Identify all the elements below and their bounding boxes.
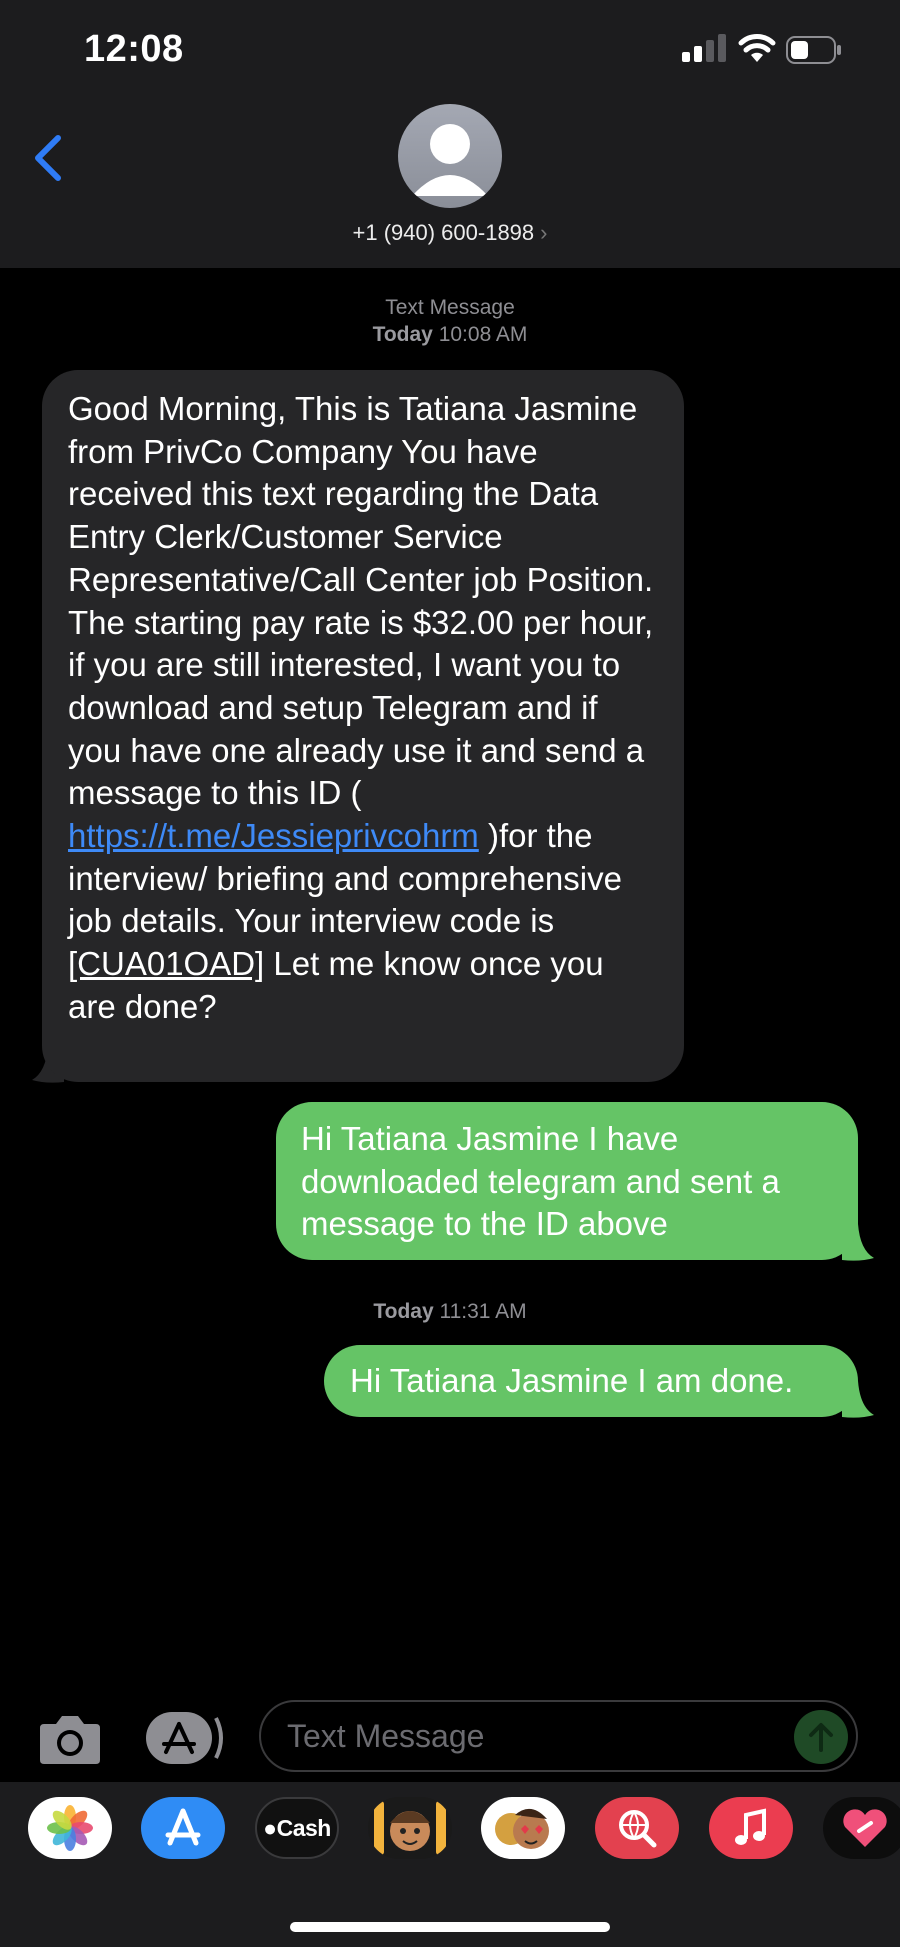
camera-icon[interactable]: [36, 1710, 104, 1768]
music-note-icon: [735, 1808, 766, 1845]
telegram-link[interactable]: https://t.me/Jessieprivcohrm: [68, 817, 479, 854]
memoji-stickers-face-icon: [495, 1808, 549, 1849]
fitness-icon[interactable]: [823, 1797, 900, 1859]
thread-timestamp: Text Message Today 10:08 AM: [0, 294, 900, 348]
cellular-signal-icon: [682, 34, 726, 62]
thread-timestamp: Today 11:31 AM: [0, 1298, 900, 1325]
message-text: Good Morning, This is Tatiana Jasmine fr…: [68, 390, 654, 812]
photos-flower-icon: [47, 1805, 93, 1851]
memoji-face-icon: [374, 1801, 446, 1855]
interview-code: [CUA01OAD]: [68, 945, 265, 983]
message-input[interactable]: Text Message: [259, 1700, 858, 1772]
photos-icon[interactable]: [28, 1797, 112, 1859]
arrow-up-icon: [809, 1723, 833, 1752]
apple-cash-icon[interactable]: ● Cash: [255, 1797, 339, 1859]
music-icon[interactable]: [709, 1797, 793, 1859]
wifi-icon: [738, 34, 776, 62]
contact-number: +1 (940) 600-1898: [352, 220, 535, 245]
contact-chevron-icon: ›: [540, 220, 548, 245]
send-button[interactable]: [794, 1710, 848, 1764]
outgoing-message-bubble[interactable]: Hi Tatiana Jasmine I am done.: [324, 1345, 858, 1417]
timestamp-day: Today: [372, 323, 433, 346]
app-store-button-icon[interactable]: [146, 1712, 224, 1764]
contact-avatar[interactable]: [398, 104, 502, 208]
apple-logo-icon: ●: [263, 1814, 277, 1841]
contact-name[interactable]: +1 (940) 600-1898 ›: [0, 220, 900, 246]
apple-cash-label: Cash: [276, 1814, 332, 1841]
person-silhouette-icon: [412, 124, 488, 196]
back-chevron-icon[interactable]: [30, 132, 66, 184]
status-time: 12:08: [84, 28, 184, 70]
web-search-icon[interactable]: [595, 1797, 679, 1859]
incoming-message-bubble[interactable]: Good Morning, This is Tatiana Jasmine fr…: [42, 370, 684, 1082]
outgoing-message-bubble[interactable]: Hi Tatiana Jasmine I have downloaded tel…: [276, 1102, 858, 1260]
message-type-label: Text Message: [385, 296, 515, 319]
battery-icon: [786, 36, 841, 64]
timestamp-time: 10:08 AM: [438, 323, 528, 346]
message-input-placeholder: Text Message: [287, 1718, 485, 1754]
memoji-stickers-icon[interactable]: [481, 1797, 565, 1859]
timestamp-day: Today: [373, 1300, 434, 1323]
home-indicator[interactable]: [290, 1922, 610, 1932]
app-store-icon[interactable]: [141, 1797, 225, 1859]
heart-icon: [843, 1809, 887, 1847]
memoji-icon[interactable]: [368, 1797, 452, 1859]
timestamp-time: 11:31 AM: [439, 1300, 527, 1323]
conversation-header: 12:08 +1 (940) 600-1898 ›: [0, 0, 900, 268]
magnifier-globe-icon: [619, 1810, 657, 1848]
app-store-glyph-icon: [165, 1808, 201, 1846]
